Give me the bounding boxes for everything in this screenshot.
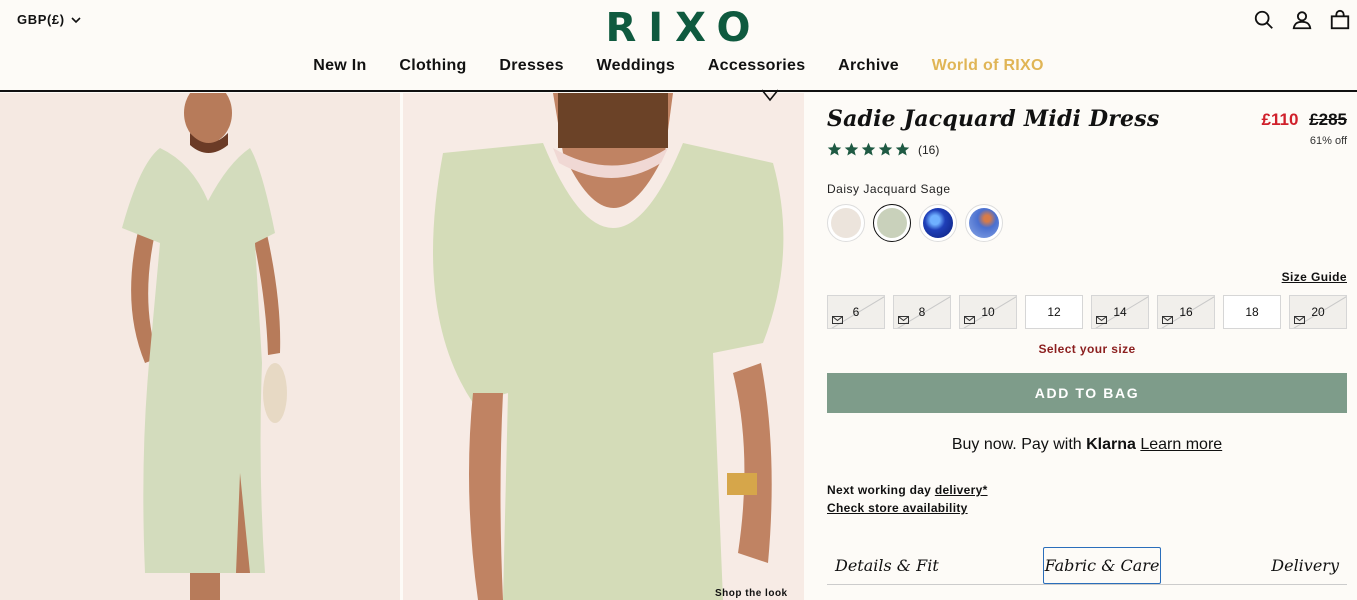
klarna-message: Buy now. Pay with Klarna Learn more — [827, 436, 1347, 454]
select-size-message: Select your size — [1038, 342, 1136, 356]
original-price: £285 — [1309, 110, 1347, 129]
size-selector: 6 8 10 12 14 16 18 20 — [827, 295, 1347, 329]
account-icon[interactable] — [1290, 8, 1314, 32]
rixo-logo[interactable]: RIXO — [589, 8, 779, 46]
notify-envelope-icon — [1294, 316, 1305, 324]
delivery-link[interactable]: delivery* — [935, 483, 988, 497]
sale-price: £110 — [1261, 110, 1299, 129]
selected-colour-name: Daisy Jacquard Sage — [827, 182, 951, 196]
currency-selector[interactable]: GBP(£) — [17, 12, 81, 27]
nav-new-in[interactable]: New In — [313, 57, 366, 75]
nav-archive[interactable]: Archive — [838, 57, 899, 75]
klarna-prefix: Buy now. Pay with — [951, 436, 1082, 453]
tab-details-fit[interactable]: Details & Fit — [835, 547, 939, 584]
currency-label: GBP(£) — [17, 12, 65, 27]
star-icon — [895, 142, 910, 156]
nav-clothing[interactable]: Clothing — [399, 57, 466, 75]
swatch-blue-floral[interactable] — [965, 204, 1003, 242]
notify-envelope-icon — [1162, 316, 1173, 324]
size-option-8[interactable]: 8 — [893, 295, 951, 329]
svg-text:RIXO: RIXO — [605, 8, 762, 46]
tab-fabric-care[interactable]: Fabric & Care — [1043, 547, 1161, 584]
nav-accessories[interactable]: Accessories — [708, 57, 806, 75]
size-label: 20 — [1311, 305, 1325, 319]
notify-envelope-icon — [964, 316, 975, 324]
chevron-down-icon — [71, 16, 81, 23]
check-store-availability-link[interactable]: Check store availability — [827, 501, 968, 515]
main-nav: New In Clothing Dresses Weddings Accesso… — [0, 57, 1357, 75]
bag-icon[interactable] — [1328, 8, 1352, 32]
notify-envelope-icon — [898, 316, 909, 324]
rating-summary[interactable]: (16) — [827, 142, 939, 157]
product-image-full[interactable] — [0, 93, 400, 600]
product-image-closeup[interactable] — [403, 93, 804, 600]
size-option-6[interactable]: 6 — [827, 295, 885, 329]
shop-the-look-link[interactable]: Shop the look — [715, 588, 788, 599]
header-icons — [1252, 8, 1352, 32]
klarna-learn-more-link[interactable]: Learn more — [1140, 436, 1222, 453]
size-label: 6 — [852, 305, 860, 319]
site-header: GBP(£) RIXO New In Clothing Dresses Wedd… — [0, 0, 1357, 92]
size-option-16[interactable]: 16 — [1157, 295, 1215, 329]
notify-envelope-icon — [1096, 316, 1107, 324]
size-option-12[interactable]: 12 — [1025, 295, 1083, 329]
product-info-tabs: Details & Fit Fabric & Care Delivery — [827, 547, 1347, 585]
size-option-18[interactable]: 18 — [1223, 295, 1281, 329]
nav-world-of-rixo[interactable]: World of RIXO — [932, 57, 1044, 75]
notify-envelope-icon — [832, 316, 843, 324]
discount-label: 61% off — [1309, 135, 1347, 147]
size-guide-link[interactable]: Size Guide — [1282, 270, 1347, 284]
swatch-cream[interactable] — [827, 204, 865, 242]
size-option-10[interactable]: 10 — [959, 295, 1017, 329]
size-label: 18 — [1245, 305, 1259, 319]
delivery-info: Next working day delivery* — [827, 483, 988, 497]
colour-swatches — [827, 204, 1003, 242]
star-rating — [827, 142, 910, 157]
size-label: 14 — [1113, 305, 1127, 319]
klarna-brand: Klarna — [1086, 436, 1136, 453]
nav-weddings[interactable]: Weddings — [597, 57, 676, 75]
model-closeup-illustration — [403, 93, 804, 600]
swatch-sage[interactable] — [873, 204, 911, 242]
star-icon — [827, 142, 842, 156]
size-label: 10 — [981, 305, 995, 319]
size-label: 8 — [918, 305, 926, 319]
model-full-illustration — [0, 93, 400, 600]
size-label: 16 — [1179, 305, 1193, 319]
star-icon — [861, 142, 876, 156]
tab-delivery[interactable]: Delivery — [1271, 547, 1339, 584]
product-title: Sadie Jacquard Midi Dress — [827, 106, 1160, 132]
nav-dresses[interactable]: Dresses — [499, 57, 563, 75]
star-icon — [878, 142, 893, 156]
size-label: 12 — [1047, 305, 1061, 319]
star-icon — [844, 142, 859, 156]
delivery-prefix: Next working day — [827, 483, 932, 497]
wishlist-heart-icon[interactable] — [760, 88, 780, 104]
add-to-bag-button[interactable]: ADD TO BAG — [827, 373, 1347, 413]
swatch-blue-print[interactable] — [919, 204, 957, 242]
size-option-20[interactable]: 20 — [1289, 295, 1347, 329]
size-option-14[interactable]: 14 — [1091, 295, 1149, 329]
price-block: £110 £285 — [1262, 110, 1347, 130]
review-count: (16) — [918, 142, 940, 157]
search-icon[interactable] — [1252, 8, 1276, 32]
